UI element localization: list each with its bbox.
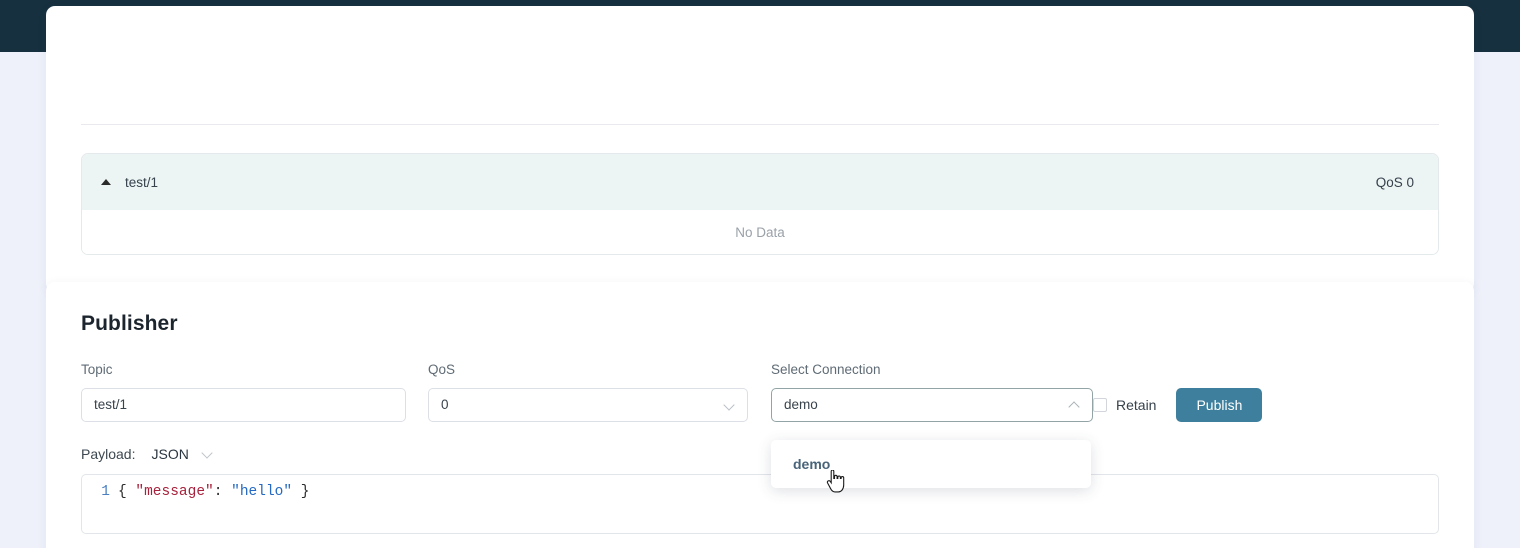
publisher-title: Publisher <box>81 312 178 335</box>
subscription-collapse-header[interactable]: test/1 QoS 0 <box>82 154 1438 210</box>
no-data-text: No Data <box>735 224 785 240</box>
subscription-collapse-panel: test/1 QoS 0 No Data <box>81 153 1439 255</box>
topic-input[interactable]: test/1 <box>81 387 406 422</box>
subscriptions-card: test/1 QoS 0 No Data <box>46 6 1474 292</box>
subscription-topic-label: test/1 <box>125 174 159 190</box>
retain-checkbox-group[interactable]: Retain <box>1093 388 1156 422</box>
connection-option-label: demo <box>793 456 831 472</box>
code-prefix: { <box>118 483 136 500</box>
card-divider <box>81 124 1439 125</box>
connection-field-group: Select Connection demo demo <box>771 362 1093 488</box>
editor-code-line[interactable]: { "message": "hello" } <box>118 484 309 533</box>
publisher-card: Publisher Topic test/1 QoS 0 Select Conn… <box>46 282 1474 548</box>
topic-label: Topic <box>81 362 113 377</box>
code-key-token: "message" <box>135 483 214 500</box>
payload-type-value[interactable]: JSON <box>151 446 188 462</box>
caret-up-icon[interactable] <box>101 179 111 185</box>
publisher-controls-row: Topic test/1 QoS 0 Select Connection dem… <box>81 362 1439 488</box>
connection-select-value: demo <box>784 397 818 412</box>
connection-dropdown-menu: demo <box>771 440 1091 488</box>
chevron-down-icon[interactable] <box>724 399 735 410</box>
code-string-token: "hello" <box>231 483 293 500</box>
subscription-qos-label: QoS 0 <box>1375 174 1414 190</box>
qos-field-group: QoS 0 <box>428 363 748 422</box>
code-suffix: } <box>292 483 310 500</box>
connection-select[interactable]: demo <box>771 387 1093 422</box>
publish-button[interactable]: Publish <box>1176 387 1263 422</box>
payload-code-editor[interactable]: 1 { "message": "hello" } <box>81 473 1439 534</box>
connection-option-demo[interactable]: demo <box>771 448 1091 480</box>
chevron-up-icon[interactable] <box>1069 399 1080 410</box>
page-canvas: test/1 QoS 0 No Data Publisher Topic tes… <box>0 6 1520 548</box>
payload-label: Payload: <box>81 445 136 462</box>
payload-type-row: Payload: JSON <box>81 446 1439 462</box>
retain-label: Retain <box>1116 396 1157 413</box>
topic-field-group: Topic test/1 <box>81 363 406 422</box>
retain-checkbox[interactable] <box>1093 397 1107 412</box>
qos-select[interactable]: 0 <box>428 387 748 422</box>
qos-select-value: 0 <box>441 397 449 412</box>
code-colon: : <box>213 483 232 500</box>
connection-label: Select Connection <box>771 362 881 377</box>
editor-line-number: 1 <box>101 483 110 500</box>
topic-input-value: test/1 <box>94 397 128 412</box>
subscription-messages-area: No Data <box>82 210 1438 254</box>
chevron-down-icon[interactable] <box>202 448 213 459</box>
qos-label: QoS <box>428 362 456 377</box>
